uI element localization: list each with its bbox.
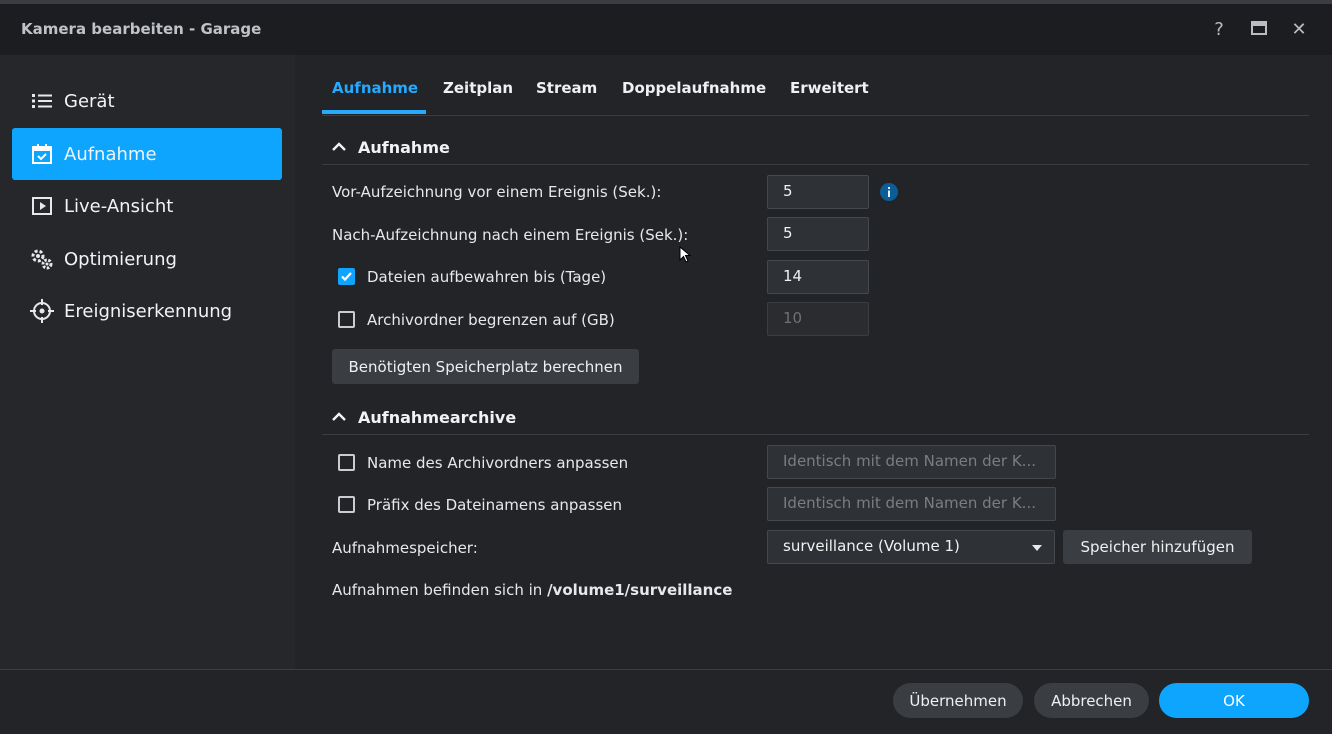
folder-name-label: Name des Archivordners anpassen: [367, 454, 629, 472]
maximize-button[interactable]: [1247, 18, 1271, 42]
sidebar-item-label: Ereigniserkennung: [64, 300, 233, 322]
limit-archive-input: 10: [767, 302, 869, 336]
recording-location: Aufnahmen befinden sich in /volume1/surv…: [332, 581, 732, 599]
chevron-up-icon: [332, 412, 346, 421]
close-button[interactable]: ✕: [1287, 18, 1311, 42]
tab-zeitplan[interactable]: Zeitplan: [443, 79, 513, 97]
sidebar-item-label: Optimierung: [64, 248, 177, 270]
mouse-cursor-icon: [679, 246, 691, 263]
dialog-footer: Übernehmen Abbrechen OK: [0, 669, 1332, 734]
maximize-icon: [1251, 21, 1267, 35]
info-icon[interactable]: [879, 182, 899, 202]
apply-button[interactable]: Übernehmen: [893, 683, 1023, 718]
limit-archive-checkbox[interactable]: [338, 311, 355, 328]
post-record-input[interactable]: 5: [767, 217, 869, 251]
calendar-check-icon: [30, 142, 54, 166]
gears-icon: [30, 247, 54, 271]
keep-files-label: Dateien aufbewahren bis (Tage): [367, 268, 607, 286]
tab-aufnahme[interactable]: Aufnahme: [332, 79, 418, 97]
folder-name-checkbox[interactable]: [338, 454, 355, 471]
caret-down-icon: [1032, 545, 1042, 551]
ok-button[interactable]: OK: [1159, 683, 1309, 718]
add-storage-button[interactable]: Speicher hinzufügen: [1063, 530, 1252, 564]
folder-name-input[interactable]: Identisch mit dem Namen der K...: [767, 445, 1056, 479]
location-text: Aufnahmen befinden sich in: [332, 581, 543, 599]
sidebar-item-optimierung[interactable]: Optimierung: [12, 233, 282, 285]
tab-bar: Aufnahme Zeitplan Stream Doppelaufnahme …: [322, 55, 1309, 116]
sidebar-item-aufnahme[interactable]: Aufnahme: [12, 128, 282, 180]
pre-record-input[interactable]: 5: [767, 175, 869, 209]
limit-archive-label: Archivordner begrenzen auf (GB): [367, 311, 615, 329]
sidebar-item-live-ansicht[interactable]: Live-Ansicht: [12, 180, 282, 232]
crosshair-icon: [30, 299, 54, 323]
sidebar-item-geraet[interactable]: Gerät: [12, 75, 282, 127]
storage-select[interactable]: surveillance (Volume 1): [767, 530, 1055, 564]
tab-erweitert[interactable]: Erweitert: [790, 79, 869, 97]
check-icon: [341, 272, 352, 282]
window-title: Kamera bearbeiten - Garage: [21, 20, 262, 38]
keep-files-input[interactable]: 14: [767, 260, 869, 294]
location-path: /volume1/surveillance: [547, 581, 733, 599]
section-title: Aufnahmearchive: [358, 407, 517, 427]
prefix-checkbox[interactable]: [338, 496, 355, 513]
storage-label: Aufnahmespeicher:: [332, 539, 478, 557]
help-button[interactable]: ?: [1207, 18, 1231, 42]
play-square-icon: [30, 194, 54, 218]
sidebar-item-label: Aufnahme: [64, 143, 157, 165]
section-title: Aufnahme: [358, 137, 450, 157]
main-panel: Aufnahme Zeitplan Stream Doppelaufnahme …: [295, 55, 1332, 669]
title-bar: Kamera bearbeiten - Garage ? ✕: [0, 0, 1332, 55]
sidebar-item-label: Gerät: [64, 90, 115, 112]
list-icon: [30, 89, 54, 113]
calculate-storage-button[interactable]: Benötigten Speicherplatz berechnen: [332, 349, 639, 384]
section-header-aufnahme[interactable]: Aufnahme: [322, 130, 1309, 165]
section-header-aufnahmearchive[interactable]: Aufnahmearchive: [322, 400, 1309, 435]
sidebar-item-label: Live-Ansicht: [64, 195, 174, 217]
storage-select-value: surveillance (Volume 1): [783, 537, 960, 555]
post-record-label: Nach-Aufzeichnung nach einem Ereignis (S…: [332, 226, 689, 244]
prefix-input[interactable]: Identisch mit dem Namen der K...: [767, 487, 1056, 521]
sidebar-item-ereigniserkennung[interactable]: Ereigniserkennung: [12, 285, 282, 337]
cancel-button[interactable]: Abbrechen: [1034, 683, 1149, 718]
pre-record-label: Vor-Aufzeichnung vor einem Ereignis (Sek…: [332, 183, 662, 201]
tab-stream[interactable]: Stream: [536, 79, 597, 97]
keep-files-checkbox[interactable]: [338, 268, 355, 285]
prefix-label: Präfix des Dateinamens anpassen: [367, 496, 622, 514]
chevron-up-icon: [332, 142, 346, 151]
sidebar: Gerät Aufnahme Live-Ansicht Optimierung …: [0, 55, 295, 669]
active-tab-indicator: [322, 110, 426, 114]
tab-doppelaufnahme[interactable]: Doppelaufnahme: [622, 79, 766, 97]
